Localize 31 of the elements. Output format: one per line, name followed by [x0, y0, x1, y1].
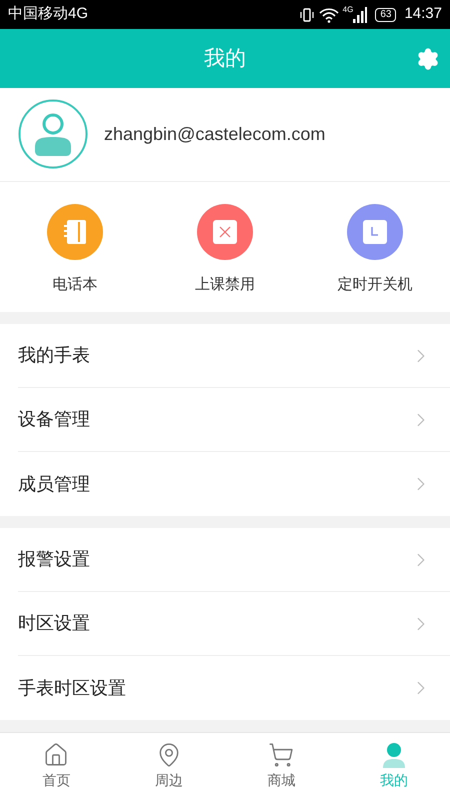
menu-row[interactable]: 设备管理	[18, 388, 450, 452]
cross-icon	[213, 220, 237, 244]
wifi-icon	[318, 6, 339, 23]
email-text: zhangbin@castelecom.com	[104, 122, 326, 146]
shortcut-button[interactable]: 定时开关机	[300, 182, 450, 312]
menu-row[interactable]: 我的手表	[18, 324, 450, 388]
page-title: 我的	[204, 46, 246, 72]
menu-row[interactable]: 报警设置	[18, 528, 450, 592]
nav-tab[interactable]: 首页	[0, 733, 112, 800]
nav-tab[interactable]: 商城	[225, 733, 338, 800]
time-text: 14:37	[404, 4, 442, 24]
signal-icon	[353, 6, 368, 23]
shortcut-button[interactable]: 上课禁用	[150, 182, 300, 312]
avatar	[18, 99, 88, 170]
menu-row[interactable]: 手表时区设置	[18, 656, 450, 720]
vibrate-icon	[298, 6, 315, 23]
clock-icon	[363, 220, 387, 244]
network-text: 4G	[342, 4, 354, 16]
battery-indicator: 63	[375, 8, 396, 22]
carrier-text: 中国移动4G	[8, 4, 88, 24]
notebook-icon	[64, 220, 86, 244]
profile-card[interactable]: zhangbin@castelecom.com	[0, 88, 450, 182]
nav-tab[interactable]: 周边	[112, 733, 225, 800]
settings-icon	[416, 47, 440, 72]
person-icon	[380, 742, 407, 768]
home-icon	[43, 742, 70, 768]
settings-button[interactable]	[416, 47, 440, 72]
cart-icon	[268, 742, 294, 768]
shortcut-button[interactable]: 电话本	[0, 182, 150, 312]
menu-row[interactable]: 时区设置	[18, 592, 450, 656]
menu-row[interactable]: 成员管理	[18, 452, 450, 516]
